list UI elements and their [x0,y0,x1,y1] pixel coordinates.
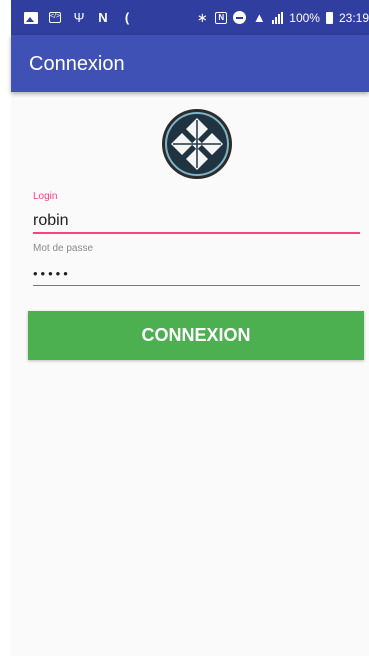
usb-icon: Ψ [73,9,85,25]
app-bar: Connexion [11,35,369,92]
system-icons: ∗ N ▲ 100% 23:19 [195,0,369,35]
app-logo [162,109,232,179]
wifi-icon: ▲ [252,9,266,25]
signal-icon [272,11,284,24]
connexion-button[interactable]: CONNEXION [28,311,364,360]
password-underline [33,285,360,286]
login-input[interactable] [33,210,359,232]
n-icon: N [98,9,108,25]
nfc-icon: N [215,11,228,24]
login-underline [33,232,360,234]
app-screen: </> Ψ N ( ∗ N ▲ 100% 23:19 Connexion Log… [11,0,369,656]
clock: 23:19 [338,10,369,25]
notification-icons: </> Ψ N ( [11,9,134,25]
bluetooth-icon: ∗ [196,9,208,25]
code-icon: </> [48,11,62,25]
do-not-disturb-icon [233,11,247,24]
battery-icon [325,11,333,24]
login-label: Login [33,191,58,202]
status-bar: </> Ψ N ( ∗ N ▲ 100% 23:19 [11,0,369,35]
password-input[interactable] [33,263,359,283]
moon-icon: ( [124,9,130,25]
battery-percent: 100% [289,10,320,25]
password-label: Mot de passe [33,243,94,254]
page-title: Connexion [29,53,125,75]
image-icon [24,11,38,24]
